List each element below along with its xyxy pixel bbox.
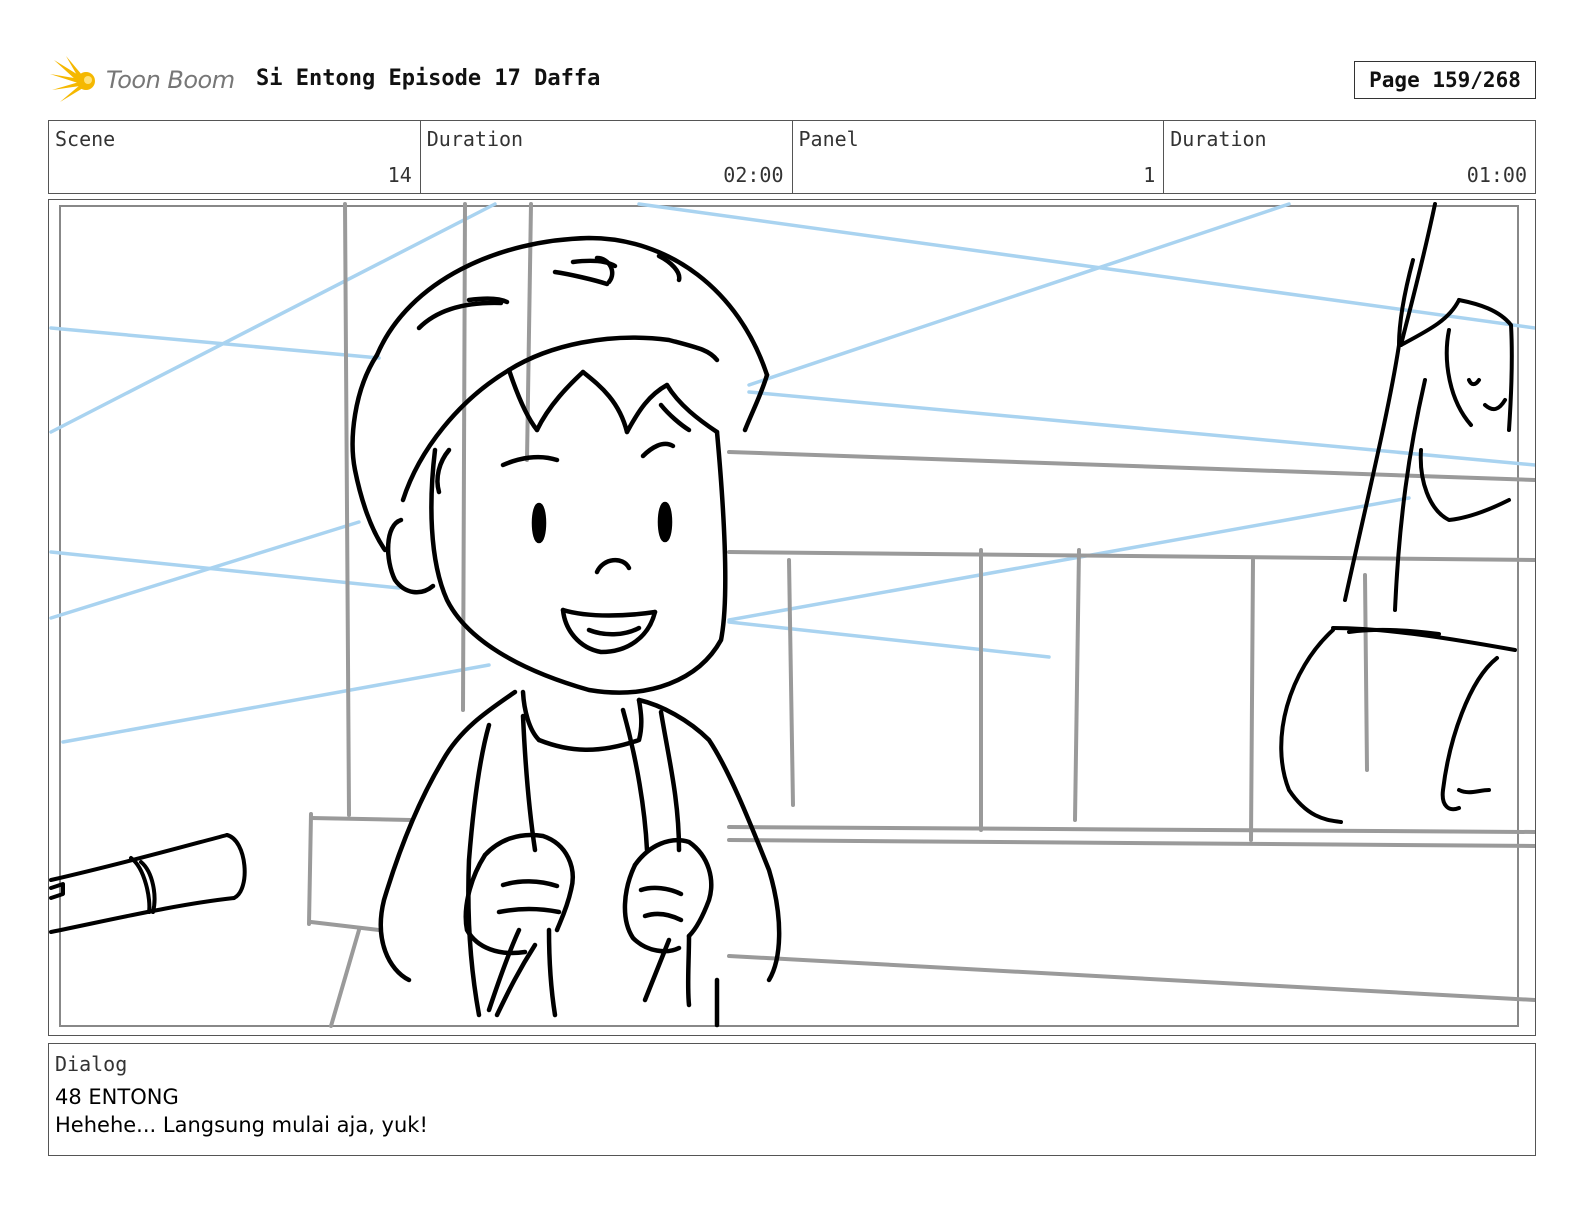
scene-duration-label: Duration	[426, 127, 524, 151]
page-number: Page 159/268	[1369, 68, 1521, 92]
cylinder-prop	[49, 833, 247, 934]
dialog-text: Hehehe... Langsung mulai aja, yuk!	[55, 1113, 428, 1137]
toon-boom-logo: Toon Boom	[50, 52, 240, 108]
panel-duration-cell: Duration 01:00	[1164, 121, 1535, 193]
panel-duration-label: Duration	[1170, 127, 1267, 151]
dialog-label: Dialog	[55, 1052, 128, 1076]
main-character	[350, 235, 782, 1028]
burst-icon	[50, 56, 95, 102]
scene-duration-value: 02:00	[723, 163, 784, 187]
dialog-speaker: 48 ENTONG	[55, 1085, 179, 1109]
panel-duration-value: 01:00	[1466, 163, 1527, 187]
scene-cell: Scene 14	[49, 121, 421, 193]
dialog-box: Dialog 48 ENTONG Hehehe... Langsung mula…	[48, 1043, 1536, 1156]
panel-info-row: Scene 14 Duration 02:00 Panel 1 Duration…	[48, 120, 1536, 194]
scene-duration-cell: Duration 02:00	[421, 121, 793, 193]
storyboard-panel	[48, 199, 1536, 1036]
panel-sketch	[49, 202, 1535, 1028]
panel-cell: Panel 1	[793, 121, 1165, 193]
scene-label: Scene	[55, 127, 116, 151]
logo-wordmark: Toon Boom	[106, 66, 235, 94]
panel-value: 1	[1143, 163, 1156, 187]
scene-value: 14	[387, 163, 412, 187]
page-number-box: Page 159/268	[1354, 61, 1536, 99]
panel-label: Panel	[798, 127, 859, 151]
document-title: Si Entong Episode 17 Daffa	[256, 66, 601, 91]
